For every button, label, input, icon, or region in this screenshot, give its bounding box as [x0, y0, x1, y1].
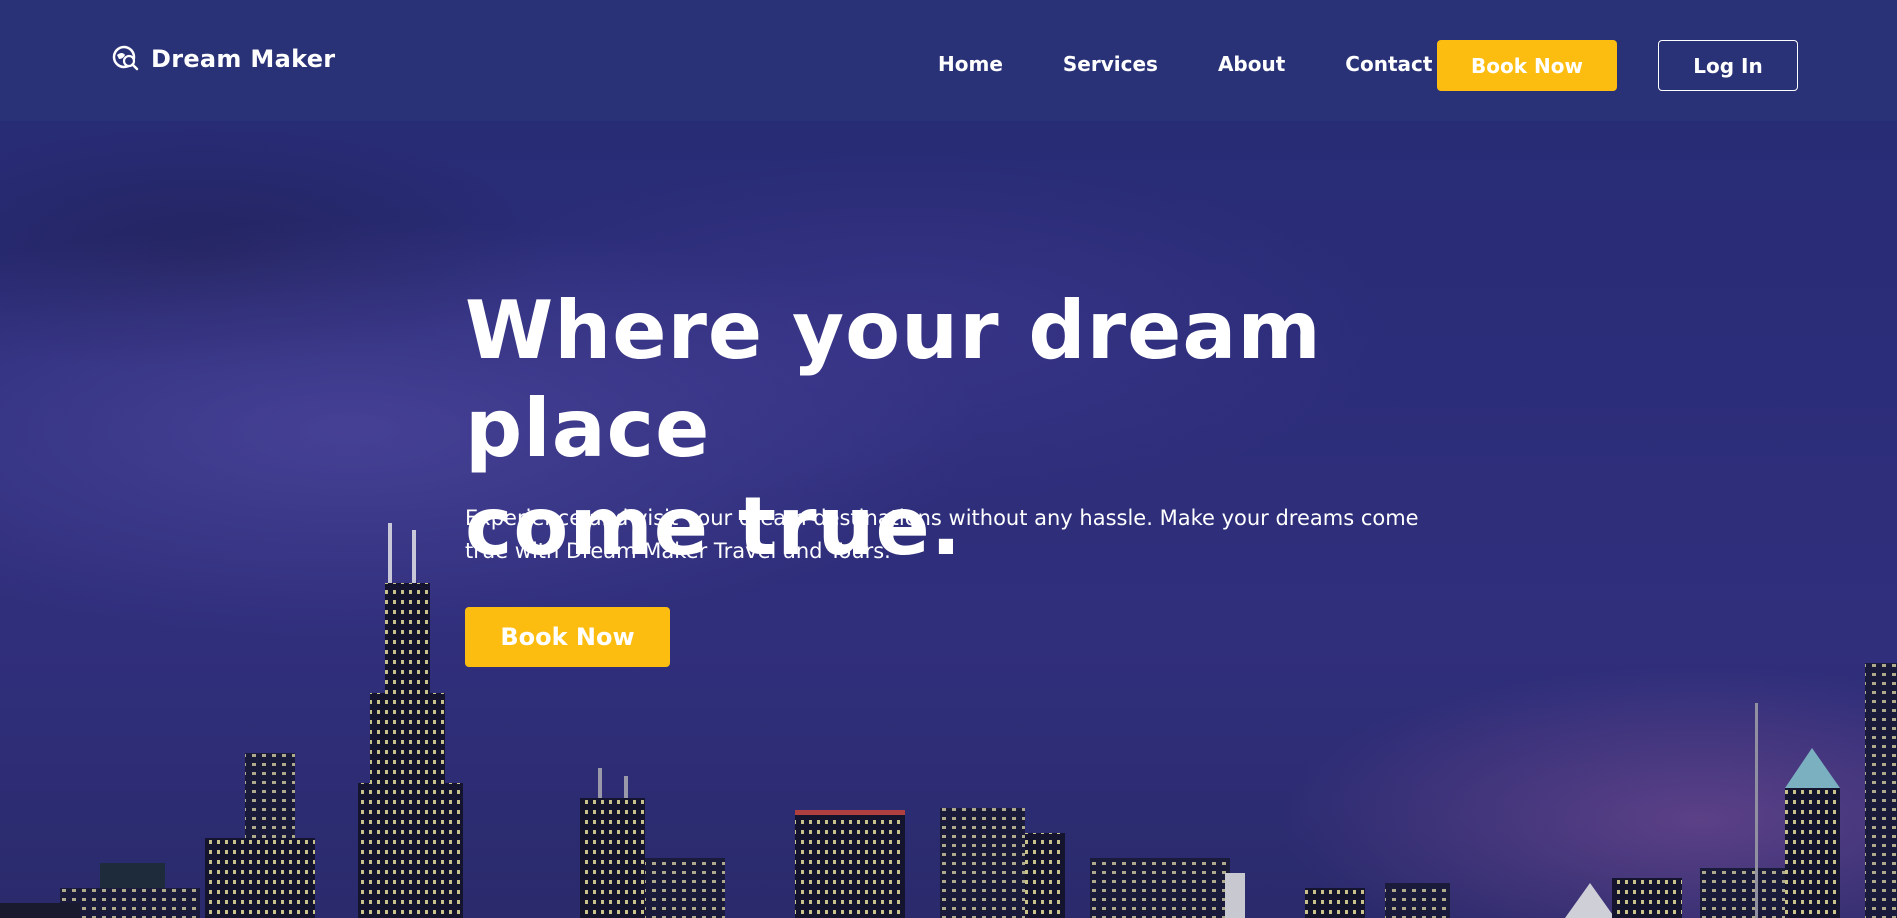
top-navbar: Dream Maker Home Services About Contact … — [0, 0, 1897, 121]
nav-link-home[interactable]: Home — [938, 52, 1003, 76]
globe-search-icon — [112, 45, 139, 71]
city-skyline-image — [0, 523, 1897, 918]
main-nav: Home Services About Contact — [938, 52, 1432, 76]
brand-logo[interactable]: Dream Maker — [111, 44, 335, 74]
nav-link-services[interactable]: Services — [1063, 52, 1158, 76]
hero-title-line1: Where your dream place — [465, 284, 1322, 475]
nav-link-about[interactable]: About — [1218, 52, 1285, 76]
hero-subtitle: Experience and visit your dream destinat… — [465, 506, 1419, 563]
book-now-hero-button[interactable]: Book Now — [465, 607, 670, 667]
brand-name: Dream Maker — [151, 45, 336, 73]
login-button[interactable]: Log In — [1658, 40, 1798, 91]
book-now-nav-button[interactable]: Book Now — [1437, 40, 1617, 91]
nav-link-contact[interactable]: Contact — [1345, 52, 1432, 76]
